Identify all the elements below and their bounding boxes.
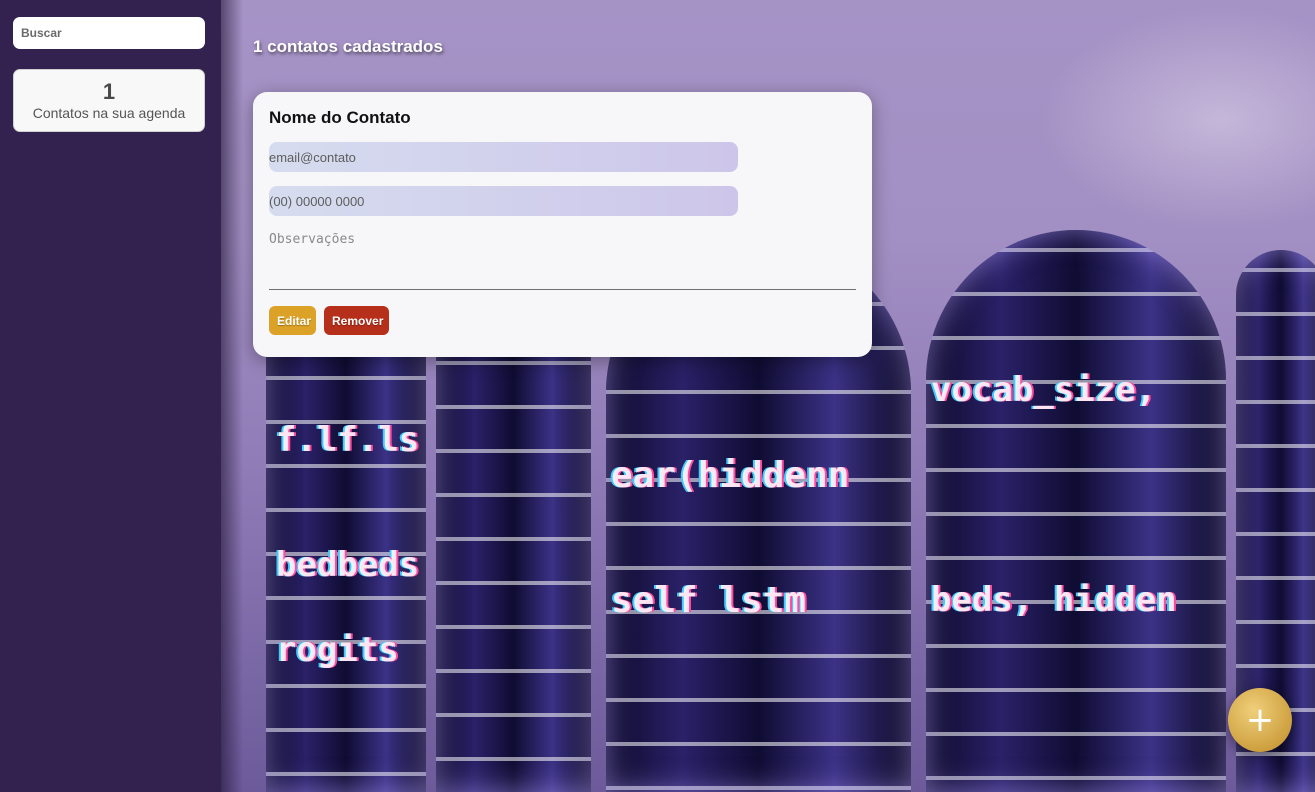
main-area: f.lf.ls bedbeds rogits ear(hiddenn self … (221, 0, 1315, 792)
contacts-count-card: 1 Contatos na sua agenda (13, 69, 205, 132)
edit-button[interactable]: Editar (269, 306, 316, 335)
search-input[interactable] (13, 17, 205, 49)
contacts-count: 1 (102, 78, 116, 104)
email-field[interactable] (269, 142, 738, 172)
page-heading: 1 contatos cadastrados (253, 37, 443, 56)
add-contact-button[interactable]: + (1228, 688, 1292, 752)
remove-button[interactable]: Remover (324, 306, 389, 335)
contact-name: Nome do Contato (269, 108, 411, 127)
contact-card: Nome do Contato Editar Remover (253, 92, 872, 357)
sidebar: 1 Contatos na sua agenda (0, 0, 221, 792)
contact-actions: Editar Remover (269, 306, 856, 335)
phone-field[interactable] (269, 186, 738, 216)
notes-field[interactable] (269, 232, 856, 290)
plus-icon: + (1245, 700, 1275, 740)
contacts-count-label: Contatos na sua agenda (32, 104, 186, 121)
